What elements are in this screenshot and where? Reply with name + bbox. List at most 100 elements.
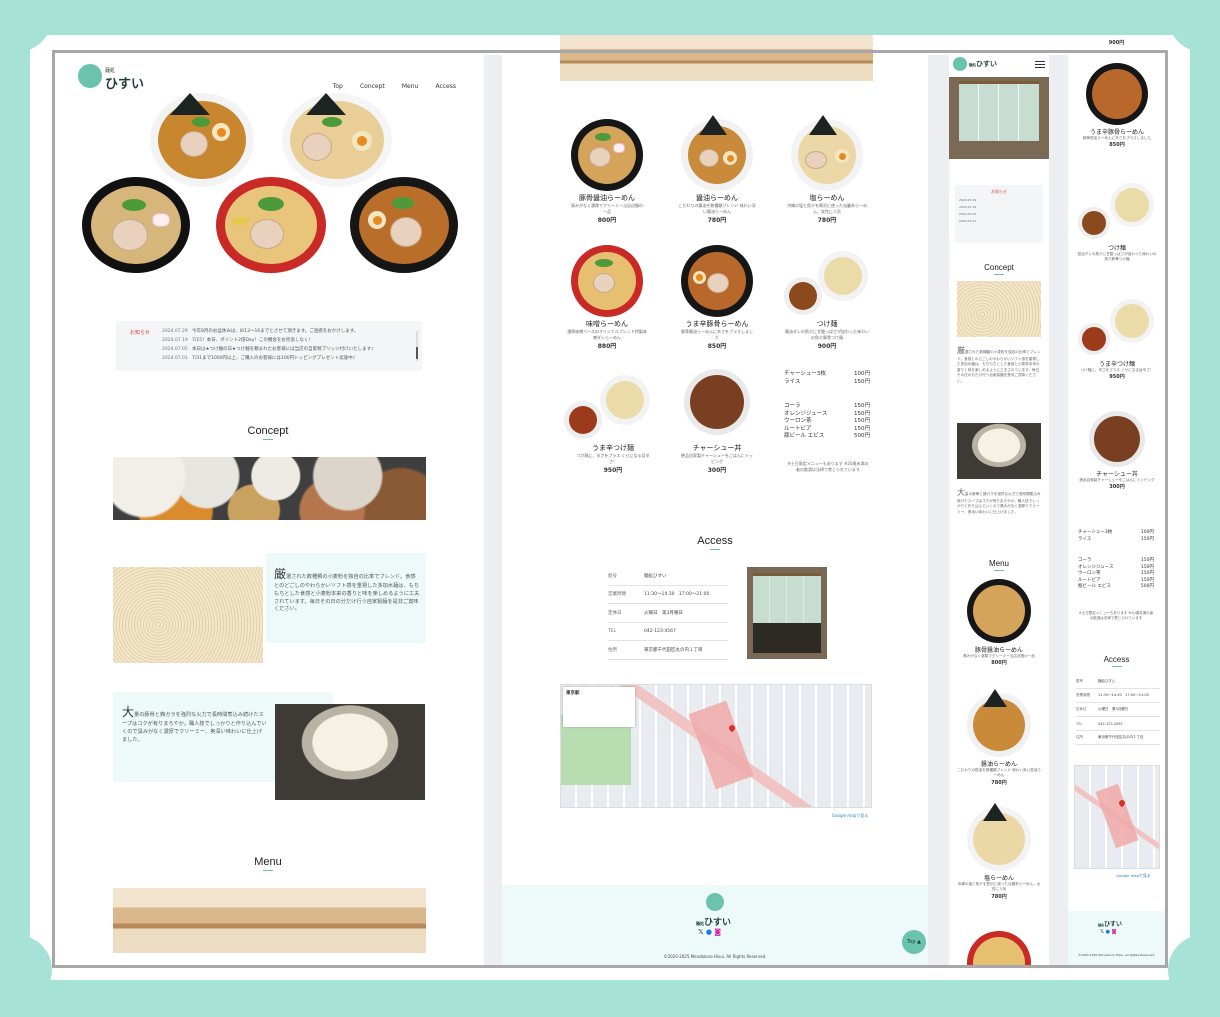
sides-list: チャーシュー3枚 100円 ライス 150円 [1078, 530, 1154, 542]
menu-price: 900円 [1108, 40, 1125, 46]
storefront-image [949, 77, 1049, 159]
desktop-page-menu: 豚骨醤油らーめん 臭みがなく濃厚でクリーミー当店自慢の一品 800円 醤油らーめ… [502, 35, 928, 968]
concept-text-2: 大量の豚骨と鶏ガラを強烈な火力で長時間煮込み続けたスープはコクが有りまろやか。職… [122, 705, 267, 743]
instagram-icon[interactable]: ◙ [714, 928, 721, 936]
sides-list: チャーシュー3枚 100円 ライス 150円 [784, 371, 870, 386]
access-heading: Access [1068, 655, 1165, 667]
access-heading: Access [502, 535, 928, 550]
nav-concept[interactable]: Concept [360, 83, 385, 90]
hero-image [80, 93, 460, 273]
copyright: ©2020-2025 Mendokoro Hisui. All Rights R… [1077, 953, 1156, 957]
menu-item[interactable]: 豚骨醤油らーめん 臭みがなく濃厚でクリーミー当店自慢の一品 800円 [957, 579, 1041, 666]
ramen-bowl [967, 931, 1031, 968]
side-item: チャーシュー3枚 100円 [784, 371, 870, 377]
news-box: お知らせ 2024.07.29 2024.07.19 2024.07.05 20… [955, 185, 1043, 243]
drink-item: オレンジジュース 150円 [784, 410, 870, 417]
instagram-icon[interactable]: ◙ [1112, 929, 1117, 935]
access-row: TEL 042-123-4567 [608, 623, 728, 641]
menu-heading: Menu [52, 856, 484, 871]
nav-access[interactable]: Access [435, 83, 456, 90]
menu-item[interactable]: 豚骨醤油らーめん 臭みがなく濃厚でクリーミー当店自慢の一品 800円 [558, 119, 656, 224]
access-table: 屋号 麺処ひすい 営業時間 11:30〜14:30 17:00〜21:00 定休日火… [1076, 675, 1160, 745]
access-row: 定休日 火曜日 第3月曜日 [608, 604, 728, 623]
hamburger-menu-icon[interactable] [1035, 61, 1045, 68]
menu-note: ※土日限定メニューもあります ※20歳未満の者の飲酒は法律で禁じられています [787, 461, 869, 472]
site-footer: 麺処ひすい 𝕏 ● ◙ ©2020-2025 Mendokoro Hisui. … [1068, 911, 1165, 968]
nav-menu[interactable]: Menu [402, 83, 418, 90]
menu-item[interactable]: 塩らーめん 沖縄の塩と魚介を贅沢に使った淡麗系らーめん。女性に人気 780円 [957, 803, 1041, 900]
concept-ingredients-image [113, 457, 426, 520]
footer-logo[interactable]: 麺処ひすい [696, 915, 731, 928]
shop-counter-image [113, 888, 426, 953]
menu-item[interactable]: 醤油らーめん こだわりの醤油を数種類ブレンド 味わい深い醤油らーめん 780円 [957, 689, 1041, 786]
storefront-image [747, 567, 827, 659]
news-item[interactable]: 2024.07.05 本日は★つけ麺の日★つけ麺を頼まれたお客様には当店の自家製ブ… [162, 345, 402, 354]
access-row: 営業時間 11:30〜14:30 17:00〜21:00 [608, 586, 728, 604]
map-link[interactable]: Google mapで見る [1116, 873, 1150, 879]
concept-heading: Concept [949, 263, 1049, 275]
menu-heading: Menu [949, 559, 1049, 571]
drink-item: ウーロン茶 150円 [784, 418, 870, 424]
menu-item[interactable]: 醤油らーめん こだわりの醤油を数種類ブレンド 味わい深い醤油らーめん 780円 [668, 115, 766, 224]
news-label: お知らせ [130, 330, 150, 336]
soup-pots-image [275, 704, 425, 800]
footer-logo[interactable]: 麺処ひすい [1098, 919, 1122, 928]
drinks-list: コーラ 150円 オレンジジュース 150円 ウーロン茶 150円 ルートビア 150円… [1078, 558, 1154, 589]
news-list: 2024.07.29 今年8月のお盆休みは、8/13〜16までとさせて頂きます。ご… [162, 327, 402, 363]
google-map[interactable]: 東京駅 [560, 684, 872, 808]
drinks-list: コーラ 150円 オレンジジュース 150円 ウーロン茶 150円 ルートビア 150円… [784, 403, 870, 441]
mobile-page-top: 麺処ひすい お知らせ 2024.07.29 2024.07.19 2024.07… [949, 55, 1049, 968]
menu-item[interactable]: つけ麺 醤油ダレの魚介に甘酸っぱさが加わった味わいの魚介豚骨つけ麺 [1076, 179, 1158, 263]
news-item[interactable]: 2024.07.19 [959, 204, 1041, 211]
concept-text-2: 大量の豚骨と鶏ガラを強烈な火力で長時間煮込み続けたスープはコクが有りまろやか。職… [957, 488, 1041, 514]
news-item[interactable]: 2024.07.05 [959, 211, 1041, 218]
drink-item: 瓶ビール エビス 500円 [784, 433, 870, 439]
column-gap [928, 55, 949, 968]
news-item[interactable]: 2024.07.19 7/15！本日、ポイント2倍Day！この機会をお見逃しなく！ [162, 336, 402, 345]
news-box: お知らせ 2024.07.29 今年8月のお盆休みは、8/13〜16までとさせて頂… [116, 321, 422, 371]
news-item[interactable]: 2024.07.01 7/31まで1000円以上、ご購入のお客様には100円トッピ… [162, 354, 402, 363]
map-link[interactable]: Google mapで見る [832, 813, 868, 819]
mobile-page-bottom: 900円 うま辛豚骨らーめん 豚骨醤油らーめんに辛さをプラスしました 850円 … [1068, 35, 1165, 968]
news-item[interactable]: 2024.07.29 今年8月のお盆休みは、8/13〜16までとさせて頂きます。ご… [162, 327, 402, 336]
column-gap [484, 55, 502, 968]
concept-text-1: 厳選された数種類の小麦粉を独自の比率でブレンド。食感とのどごしのやわらかいソフト… [274, 567, 420, 613]
map-place-card: 東京駅 [563, 687, 635, 727]
concept-text-1: 厳選された数種類の小麦粉を独自の比率でブレンド。食感とのどごしのやわらかいソフト… [957, 346, 1041, 383]
copyright: ©2020-2025 Mendokoro Hisui. All Rights R… [663, 954, 767, 959]
ramen-bowl [350, 177, 458, 273]
x-icon[interactable]: 𝕏 [1100, 929, 1104, 935]
logo-leaf-icon [706, 893, 724, 911]
back-to-top-button[interactable]: Top ▲ [902, 930, 926, 954]
drink-item: コーラ 150円 [784, 403, 870, 409]
menu-item[interactable]: チャーシュー丼 絶品自家製チャーシューをごはんにトッピング 300円 [668, 369, 766, 474]
menu-item[interactable]: うま辛つけ麺 つけ麺に、辛さをプラス くせになる旨辛さ！ 950円 [558, 369, 668, 474]
logo-leaf-icon [78, 64, 102, 88]
menu-item[interactable]: うま辛豚骨らーめん 豚骨醤油らーめんに辛さをプラスしました 850円 [1076, 63, 1158, 148]
ramen-bowl [216, 177, 326, 273]
access-table: 屋号 麺処ひすい 営業時間 11:30〜14:30 17:00〜21:00 定休日火… [608, 567, 728, 660]
noodles-image [957, 281, 1041, 337]
desktop-page-top: 麺処 ひすい Top Concept Menu Access お知らせ 2024… [52, 55, 484, 968]
news-item[interactable]: 2024.07.01 [959, 218, 1041, 225]
google-map[interactable] [1074, 765, 1160, 869]
facebook-icon[interactable]: ● [1106, 929, 1110, 935]
site-logo[interactable]: 麺処 ひすい [78, 64, 148, 92]
menu-item[interactable]: うま辛豚骨らーめん 豚骨醤油らーめんに辛さをプラスしました 850円 [668, 245, 766, 350]
noodles-image [113, 567, 263, 663]
mobile-logo[interactable]: 麺処ひすい [969, 59, 997, 69]
news-item[interactable]: 2024.07.29 [959, 197, 1041, 204]
nav-top[interactable]: Top [333, 83, 343, 90]
menu-item[interactable]: チャーシュー丼 絶品自家製チャーシューをごはんにトッピング 300円 [1076, 411, 1158, 490]
news-scrollbar[interactable] [416, 331, 418, 361]
ramen-bowl [82, 177, 190, 273]
menu-item[interactable]: うま辛つけ麺 つけ麺に、辛さをプラス くせになる旨辛さ！ 950円 [1076, 295, 1158, 380]
sns-links: 𝕏 ● ◙ [698, 928, 721, 936]
ramen-bowl [282, 93, 392, 187]
menu-item[interactable]: 味噌らーめん 濃厚味噌ベースのオリジナルブレンド特製味噌ダレらーめん 880円 [558, 245, 656, 350]
side-item: ライス 150円 [784, 378, 870, 385]
x-icon[interactable]: 𝕏 [698, 928, 704, 936]
facebook-icon[interactable]: ● [706, 928, 712, 936]
menu-item[interactable]: 塩らーめん 沖縄の塩と魚介を贅沢に使った淡麗系らーめん。女性に人気 780円 [778, 115, 876, 224]
menu-item[interactable]: つけ麺 醤油ダレの魚介に甘酸っぱさが加わった味わいの魚介豚骨つけ麺 900円 [778, 245, 876, 350]
